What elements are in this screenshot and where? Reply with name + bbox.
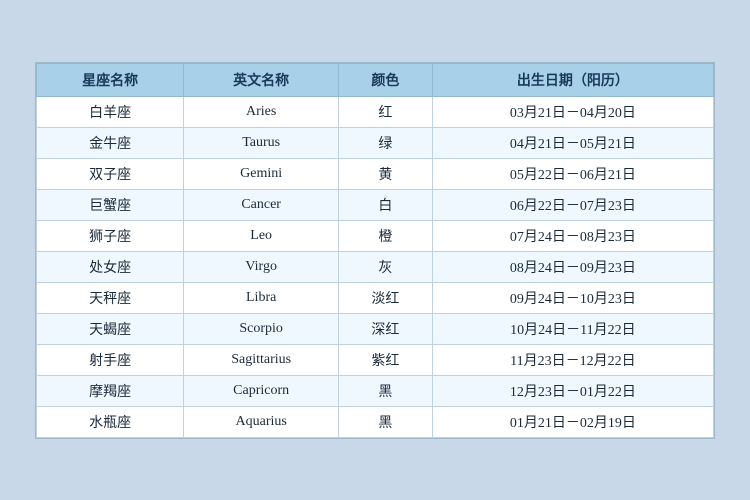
- table-cell-0-1: Aries: [184, 96, 339, 127]
- table-row: 水瓶座Aquarius黑01月21日－02月19日: [37, 406, 714, 437]
- table-cell-3-0: 巨蟹座: [37, 189, 184, 220]
- table-cell-3-2: 白: [339, 189, 433, 220]
- table-cell-4-1: Leo: [184, 220, 339, 251]
- table-cell-5-3: 08月24日－09月23日: [432, 251, 713, 282]
- zodiac-table: 星座名称英文名称颜色出生日期（阳历） 白羊座Aries红03月21日－04月20…: [36, 63, 714, 438]
- table-cell-0-2: 红: [339, 96, 433, 127]
- table-cell-2-3: 05月22日－06月21日: [432, 158, 713, 189]
- table-cell-1-2: 绿: [339, 127, 433, 158]
- table-cell-10-2: 黑: [339, 406, 433, 437]
- table-cell-8-2: 紫红: [339, 344, 433, 375]
- table-cell-10-0: 水瓶座: [37, 406, 184, 437]
- table-cell-0-3: 03月21日－04月20日: [432, 96, 713, 127]
- table-row: 巨蟹座Cancer白06月22日－07月23日: [37, 189, 714, 220]
- table-cell-6-0: 天秤座: [37, 282, 184, 313]
- zodiac-table-wrapper: 星座名称英文名称颜色出生日期（阳历） 白羊座Aries红03月21日－04月20…: [35, 62, 715, 439]
- table-header-3: 出生日期（阳历）: [432, 63, 713, 96]
- table-row: 天秤座Libra淡红09月24日－10月23日: [37, 282, 714, 313]
- table-cell-9-2: 黑: [339, 375, 433, 406]
- table-row: 白羊座Aries红03月21日－04月20日: [37, 96, 714, 127]
- table-cell-7-0: 天蝎座: [37, 313, 184, 344]
- table-cell-7-3: 10月24日－11月22日: [432, 313, 713, 344]
- table-cell-5-0: 处女座: [37, 251, 184, 282]
- table-cell-10-3: 01月21日－02月19日: [432, 406, 713, 437]
- table-cell-3-3: 06月22日－07月23日: [432, 189, 713, 220]
- table-cell-1-0: 金牛座: [37, 127, 184, 158]
- table-header-2: 颜色: [339, 63, 433, 96]
- table-row: 处女座Virgo灰08月24日－09月23日: [37, 251, 714, 282]
- table-cell-7-1: Scorpio: [184, 313, 339, 344]
- table-cell-9-3: 12月23日－01月22日: [432, 375, 713, 406]
- table-cell-9-1: Capricorn: [184, 375, 339, 406]
- table-cell-4-0: 狮子座: [37, 220, 184, 251]
- table-cell-4-3: 07月24日－08月23日: [432, 220, 713, 251]
- table-cell-1-1: Taurus: [184, 127, 339, 158]
- table-cell-5-2: 灰: [339, 251, 433, 282]
- table-row: 摩羯座Capricorn黑12月23日－01月22日: [37, 375, 714, 406]
- table-cell-2-0: 双子座: [37, 158, 184, 189]
- table-row: 狮子座Leo橙07月24日－08月23日: [37, 220, 714, 251]
- table-cell-5-1: Virgo: [184, 251, 339, 282]
- table-cell-6-3: 09月24日－10月23日: [432, 282, 713, 313]
- table-row: 双子座Gemini黄05月22日－06月21日: [37, 158, 714, 189]
- table-cell-7-2: 深红: [339, 313, 433, 344]
- table-row: 天蝎座Scorpio深红10月24日－11月22日: [37, 313, 714, 344]
- table-cell-1-3: 04月21日－05月21日: [432, 127, 713, 158]
- table-cell-2-1: Gemini: [184, 158, 339, 189]
- table-cell-4-2: 橙: [339, 220, 433, 251]
- table-cell-3-1: Cancer: [184, 189, 339, 220]
- table-cell-6-1: Libra: [184, 282, 339, 313]
- table-cell-2-2: 黄: [339, 158, 433, 189]
- table-header-row: 星座名称英文名称颜色出生日期（阳历）: [37, 63, 714, 96]
- table-cell-8-1: Sagittarius: [184, 344, 339, 375]
- table-row: 射手座Sagittarius紫红11月23日－12月22日: [37, 344, 714, 375]
- table-cell-0-0: 白羊座: [37, 96, 184, 127]
- table-row: 金牛座Taurus绿04月21日－05月21日: [37, 127, 714, 158]
- table-header-0: 星座名称: [37, 63, 184, 96]
- table-header-1: 英文名称: [184, 63, 339, 96]
- table-cell-10-1: Aquarius: [184, 406, 339, 437]
- table-cell-8-0: 射手座: [37, 344, 184, 375]
- table-cell-6-2: 淡红: [339, 282, 433, 313]
- table-cell-8-3: 11月23日－12月22日: [432, 344, 713, 375]
- table-cell-9-0: 摩羯座: [37, 375, 184, 406]
